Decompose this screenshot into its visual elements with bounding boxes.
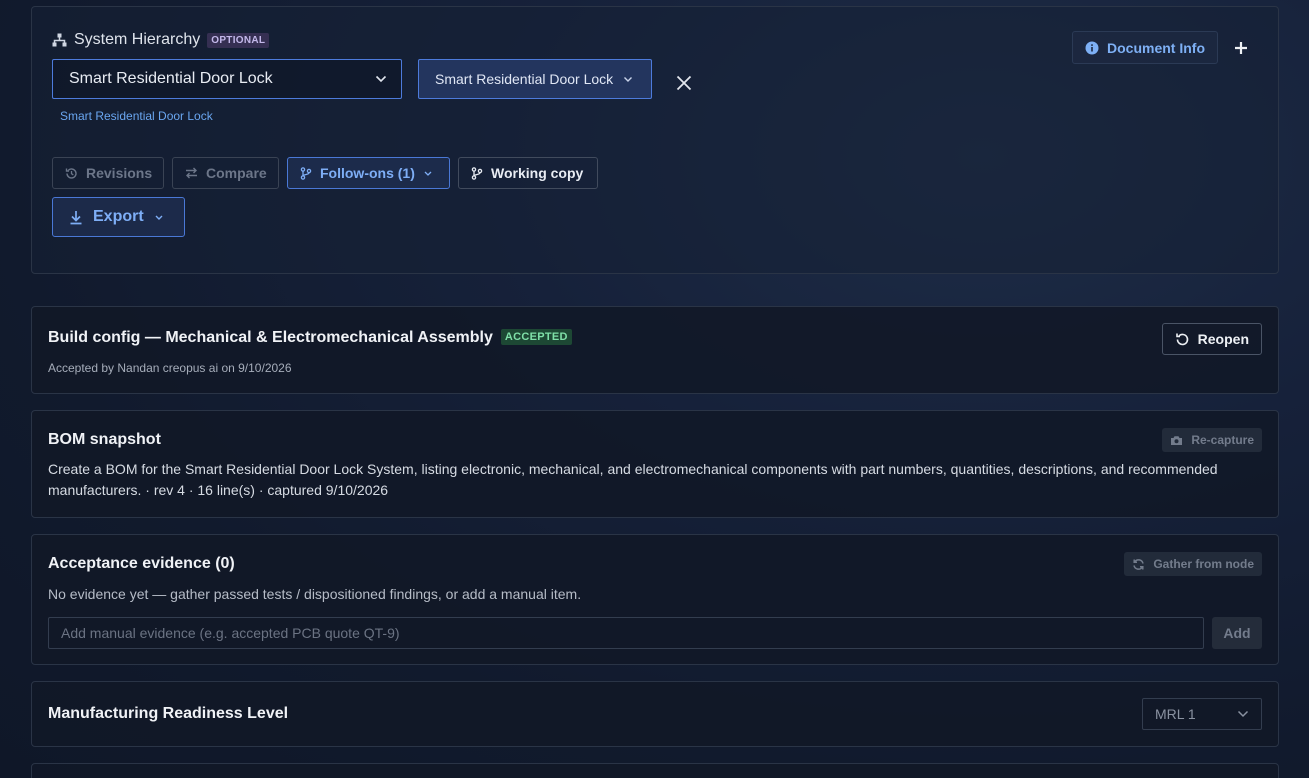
- subsystem-select-value: Smart Residential Door Lock: [435, 71, 614, 87]
- compare-button[interactable]: Compare: [172, 157, 279, 189]
- mrl-select[interactable]: MRL 1: [1142, 698, 1262, 730]
- branch-icon: [471, 166, 483, 180]
- compare-icon: [185, 167, 198, 179]
- camera-icon: [1170, 435, 1183, 446]
- hierarchy-breadcrumb[interactable]: Smart Residential Door Lock: [60, 109, 213, 123]
- mrl-select-value: MRL 1: [1155, 706, 1196, 722]
- working-copy-label: Working copy: [491, 165, 584, 181]
- follow-ons-button[interactable]: Follow-ons (1): [287, 157, 450, 189]
- bom-description: Create a BOM for the Smart Residential D…: [48, 461, 1218, 498]
- accepted-by-text: Accepted by Nandan creopus ai on 9/10/20…: [48, 361, 292, 375]
- mrl-title: Manufacturing Readiness Level: [48, 705, 289, 722]
- info-icon: [1085, 41, 1099, 55]
- system-select[interactable]: Smart Residential Door Lock: [52, 59, 402, 99]
- chevron-down-icon: [1237, 710, 1249, 718]
- compare-label: Compare: [206, 165, 267, 181]
- hierarchy-icon: [52, 33, 67, 47]
- gather-from-node-label: Gather from node: [1153, 557, 1254, 571]
- reopen-label: Reopen: [1197, 331, 1249, 347]
- refresh-icon: [1132, 558, 1145, 571]
- build-config-title: Build config — Mechanical & Electromecha…: [48, 329, 493, 346]
- chevron-down-icon: [154, 214, 164, 221]
- download-icon: [69, 210, 83, 225]
- close-icon: [674, 73, 694, 93]
- export-button[interactable]: Export: [52, 197, 185, 237]
- status-badge: ACCEPTED: [500, 329, 572, 345]
- add-button[interactable]: [1232, 39, 1250, 57]
- document-info-button[interactable]: Document Info: [1072, 31, 1218, 64]
- optional-badge: OPTIONAL: [207, 32, 270, 48]
- mrl-card: Manufacturing Readiness Level MRL 1: [31, 681, 1279, 747]
- follow-ons-label: Follow-ons (1): [320, 165, 415, 181]
- add-evidence-button[interactable]: Add: [1212, 617, 1262, 649]
- system-select-value: Smart Residential Door Lock: [69, 70, 273, 87]
- next-section-card: [31, 763, 1279, 778]
- build-config-heading: Build config — Mechanical & Electromecha…: [48, 329, 572, 347]
- gather-from-node-button[interactable]: Gather from node: [1124, 552, 1262, 576]
- acceptance-evidence-card: Acceptance evidence (0) Gather from node…: [31, 534, 1279, 665]
- bom-snapshot-card: BOM snapshot Re-capture Create a BOM for…: [31, 410, 1279, 518]
- plus-icon: [1232, 39, 1250, 57]
- build-config-card: Build config — Mechanical & Electromecha…: [31, 306, 1279, 394]
- history-icon: [65, 167, 78, 180]
- branch-icon: [300, 166, 312, 180]
- system-hierarchy-title: System Hierarchy: [74, 31, 201, 48]
- working-copy-button[interactable]: Working copy: [458, 157, 598, 189]
- chevron-down-icon: [623, 76, 633, 83]
- reopen-icon: [1175, 332, 1190, 347]
- export-label: Export: [93, 208, 144, 225]
- recapture-label: Re-capture: [1191, 433, 1254, 447]
- bom-snapshot-title: BOM snapshot: [48, 431, 161, 448]
- chevron-down-icon: [375, 75, 387, 83]
- revisions-button[interactable]: Revisions: [52, 157, 164, 189]
- chevron-down-icon: [423, 170, 433, 177]
- subsystem-select[interactable]: Smart Residential Door Lock: [418, 59, 652, 99]
- document-info-label: Document Info: [1107, 39, 1205, 56]
- clear-selection-button[interactable]: [674, 73, 694, 93]
- acceptance-evidence-title: Acceptance evidence (0): [48, 555, 235, 572]
- manual-evidence-input[interactable]: [48, 617, 1204, 649]
- system-hierarchy-header: System Hierarchy OPTIONAL: [52, 31, 270, 49]
- revisions-label: Revisions: [86, 165, 153, 181]
- system-hierarchy-card: System Hierarchy OPTIONAL Smart Resident…: [31, 6, 1279, 274]
- evidence-empty-text: No evidence yet — gather passed tests / …: [48, 586, 582, 602]
- reopen-button[interactable]: Reopen: [1161, 323, 1262, 355]
- recapture-button[interactable]: Re-capture: [1162, 428, 1262, 452]
